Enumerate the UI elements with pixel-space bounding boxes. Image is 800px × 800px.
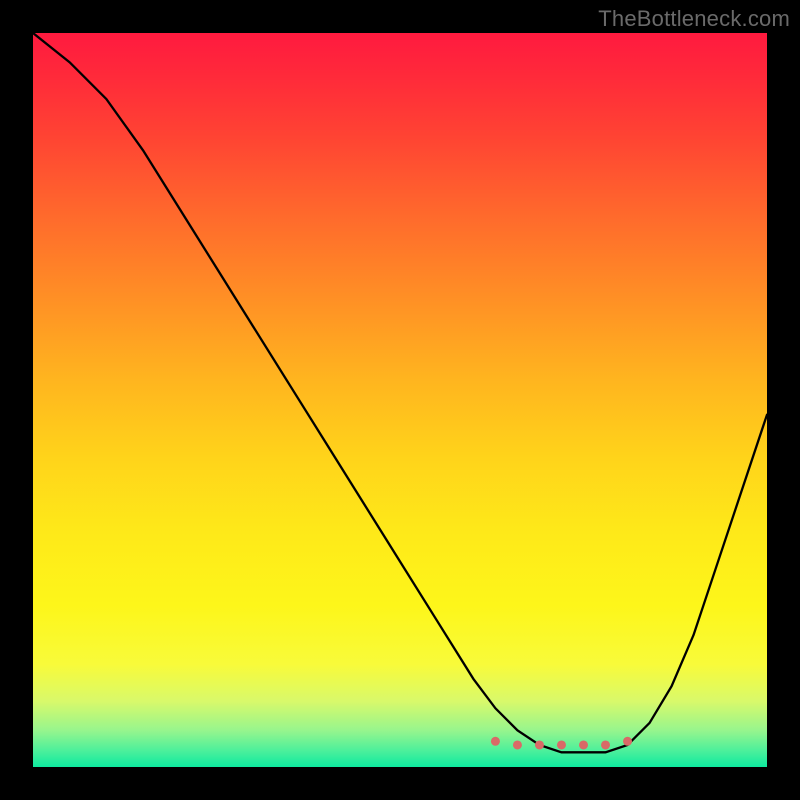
watermark-text: TheBottleneck.com bbox=[598, 6, 790, 32]
bottom-marker-dot bbox=[557, 740, 566, 749]
bottom-marker-dot bbox=[535, 740, 544, 749]
bottom-marker-dot bbox=[513, 740, 522, 749]
chart-svg bbox=[33, 33, 767, 767]
bottom-marker-dot bbox=[491, 737, 500, 746]
chart-frame: TheBottleneck.com bbox=[0, 0, 800, 800]
bottleneck-curve bbox=[33, 33, 767, 752]
plot-area bbox=[33, 33, 767, 767]
bottom-marker-dot bbox=[623, 737, 632, 746]
bottom-marker-dot bbox=[579, 740, 588, 749]
bottom-markers bbox=[491, 737, 632, 750]
bottom-marker-dot bbox=[601, 740, 610, 749]
